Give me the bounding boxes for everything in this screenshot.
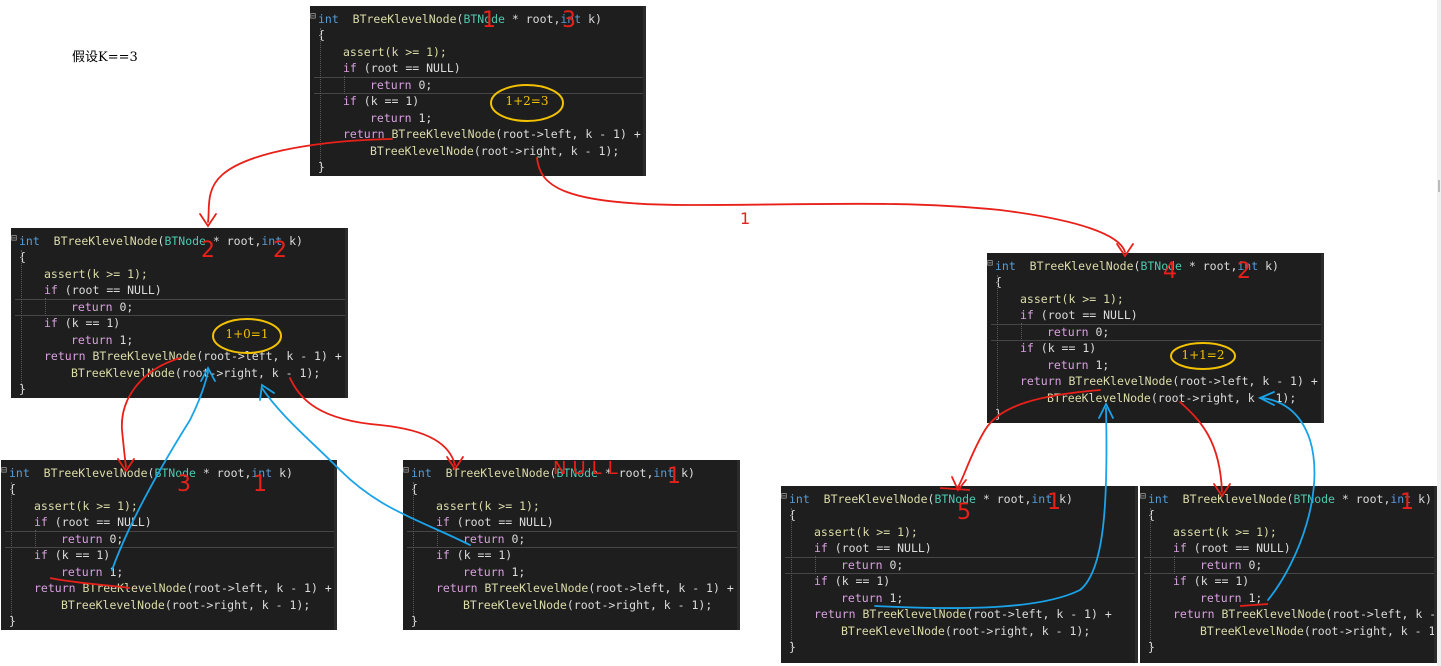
underline-mark xyxy=(939,487,971,491)
result-label: 1+1=2 xyxy=(1181,348,1225,362)
return-arrow-rr-to-right xyxy=(1261,397,1316,601)
arrowhead xyxy=(259,383,275,401)
underline-mark xyxy=(1239,603,1269,607)
result-label: 1+2=3 xyxy=(505,94,549,108)
scrollbar-thumb[interactable] xyxy=(1438,180,1440,192)
window-scrollbar[interactable] xyxy=(1437,0,1441,666)
call-arrow-root-to-right xyxy=(536,157,1126,253)
call-arrow-root-to-left xyxy=(207,138,393,223)
call-arrow-left-to-lr xyxy=(289,377,456,466)
call-arrow-right-to-rr xyxy=(1179,401,1223,493)
edge-label: 1 xyxy=(740,209,751,228)
underline-mark xyxy=(49,577,131,589)
result-label: 1+0=1 xyxy=(225,327,269,341)
return-arrow-lr-to-left xyxy=(261,387,471,546)
return-arrow-rl-to-right xyxy=(874,407,1108,609)
call-arrow-right-to-rl xyxy=(957,389,1101,488)
